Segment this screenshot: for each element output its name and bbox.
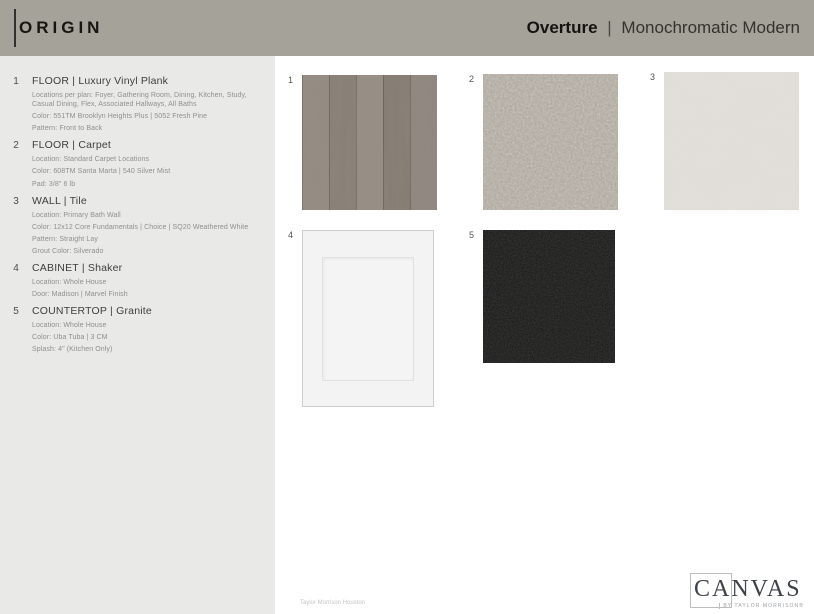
spec-item-body: FLOOR | Carpet Location: Standard Carpet… bbox=[32, 139, 267, 191]
wood-texture bbox=[302, 75, 437, 210]
canvas-logo: CANVAS BY TAYLOR MORRISON® bbox=[690, 573, 804, 610]
collection-name: Overture bbox=[526, 18, 598, 37]
shaker-door-panel bbox=[322, 257, 414, 381]
granite-countertop-swatch: 5 bbox=[469, 230, 615, 363]
spec-detail: Color: Uba Tuba | 3 CM bbox=[32, 334, 108, 342]
swatch-number: 2 bbox=[469, 74, 475, 84]
spec-item-body: COUNTERTOP | Granite Location: Whole Hou… bbox=[32, 305, 267, 357]
spec-item-body: FLOOR | Luxury Vinyl Plank Locations per… bbox=[32, 75, 267, 136]
swatch-board: 1 2 3 4 5 bbox=[275, 56, 814, 614]
spec-detail: Color: 608TM Santa Marta | 540 Silver Mi… bbox=[32, 168, 171, 176]
spec-item-body: WALL | Tile Location: Primary Bath Wall … bbox=[32, 195, 267, 259]
spec-detail: Location: Whole House bbox=[32, 279, 107, 287]
wall-tile-swatch: 3 bbox=[650, 72, 799, 210]
spec-item-countertop: 5 COUNTERTOP | Granite Location: Whole H… bbox=[0, 305, 267, 357]
spec-detail: Color: 551TM Brooklyn Heights Plus | 505… bbox=[32, 113, 208, 121]
luxury-vinyl-plank-swatch: 1 bbox=[288, 75, 437, 210]
header: ORIGIN Overture | Monochromatic Modern bbox=[0, 0, 814, 56]
spec-item-heading: COUNTERTOP | Granite bbox=[32, 305, 152, 318]
canvas-logo-tagline: BY TAYLOR MORRISON® bbox=[723, 603, 804, 610]
granite-texture bbox=[483, 230, 615, 363]
carpet-texture bbox=[483, 74, 618, 210]
spec-detail: Color: 12x12 Core Fundamentals | Choice … bbox=[32, 223, 249, 231]
spec-detail: Pattern: Straight Lay bbox=[32, 235, 98, 243]
spec-item-cabinet: 4 CABINET | Shaker Location: Whole House… bbox=[0, 262, 267, 302]
spec-item-number: 2 bbox=[13, 140, 19, 152]
spec-detail: Location: Primary Bath Wall bbox=[32, 211, 121, 219]
tile-texture bbox=[664, 72, 799, 210]
design-board: ORIGIN Overture | Monochromatic Modern 1… bbox=[0, 0, 814, 614]
brand-bar-icon bbox=[14, 9, 16, 47]
spec-detail: Location: Whole House bbox=[32, 322, 107, 330]
palette-name: Monochromatic Modern bbox=[621, 18, 800, 37]
brand-name: ORIGIN bbox=[19, 18, 104, 37]
spec-item-number: 5 bbox=[13, 306, 19, 318]
spec-item-floor-carpet: 2 FLOOR | Carpet Location: Standard Carp… bbox=[0, 139, 267, 191]
spec-item-wall-tile: 3 WALL | Tile Location: Primary Bath Wal… bbox=[0, 195, 267, 259]
spec-item-heading: WALL | Tile bbox=[32, 194, 87, 207]
shaker-door-face bbox=[302, 230, 434, 407]
spec-item-heading: FLOOR | Carpet bbox=[32, 139, 112, 152]
cabinet-door-swatch: 4 bbox=[288, 230, 434, 407]
spec-detail: Door: Madison | Marvel Finish bbox=[32, 291, 128, 299]
canvas-logo-text: CANVAS bbox=[694, 576, 802, 602]
spec-detail: Pattern: Front to Back bbox=[32, 125, 103, 133]
spec-item-body: CABINET | Shaker Location: Whole House D… bbox=[32, 262, 267, 302]
spec-item-number: 3 bbox=[13, 195, 19, 207]
spec-detail: Location: Standard Carpet Locations bbox=[32, 156, 150, 164]
collection-title: Overture | Monochromatic Modern bbox=[527, 18, 800, 38]
spec-detail: Locations per plan: Foyer, Gathering Roo… bbox=[32, 92, 247, 109]
swatch-number: 4 bbox=[288, 230, 294, 240]
spec-item-number: 4 bbox=[13, 263, 19, 275]
spec-detail: Grout Color: Silverado bbox=[32, 247, 104, 255]
spec-item-heading: CABINET | Shaker bbox=[32, 262, 123, 275]
spec-item-number: 1 bbox=[13, 76, 19, 87]
swatch-number: 5 bbox=[469, 230, 475, 240]
carpet-swatch: 2 bbox=[469, 74, 618, 210]
spec-item-heading: FLOOR | Luxury Vinyl Plank bbox=[32, 75, 169, 87]
swatch-number: 3 bbox=[650, 72, 656, 82]
spec-sidebar: 1 FLOOR | Luxury Vinyl Plank Locations p… bbox=[0, 56, 275, 614]
title-separator: | bbox=[607, 18, 612, 37]
spec-item-floor-lvp: 1 FLOOR | Luxury Vinyl Plank Locations p… bbox=[0, 75, 267, 136]
brand-logo: ORIGIN bbox=[14, 9, 103, 47]
spec-detail: Pad: 3/8" 6 lb bbox=[32, 180, 76, 188]
swatch-number: 1 bbox=[288, 75, 294, 85]
spec-detail: Splash: 4" (Kitchen Only) bbox=[32, 346, 113, 354]
footer-note: Taylor Morrison Houston bbox=[300, 600, 366, 606]
